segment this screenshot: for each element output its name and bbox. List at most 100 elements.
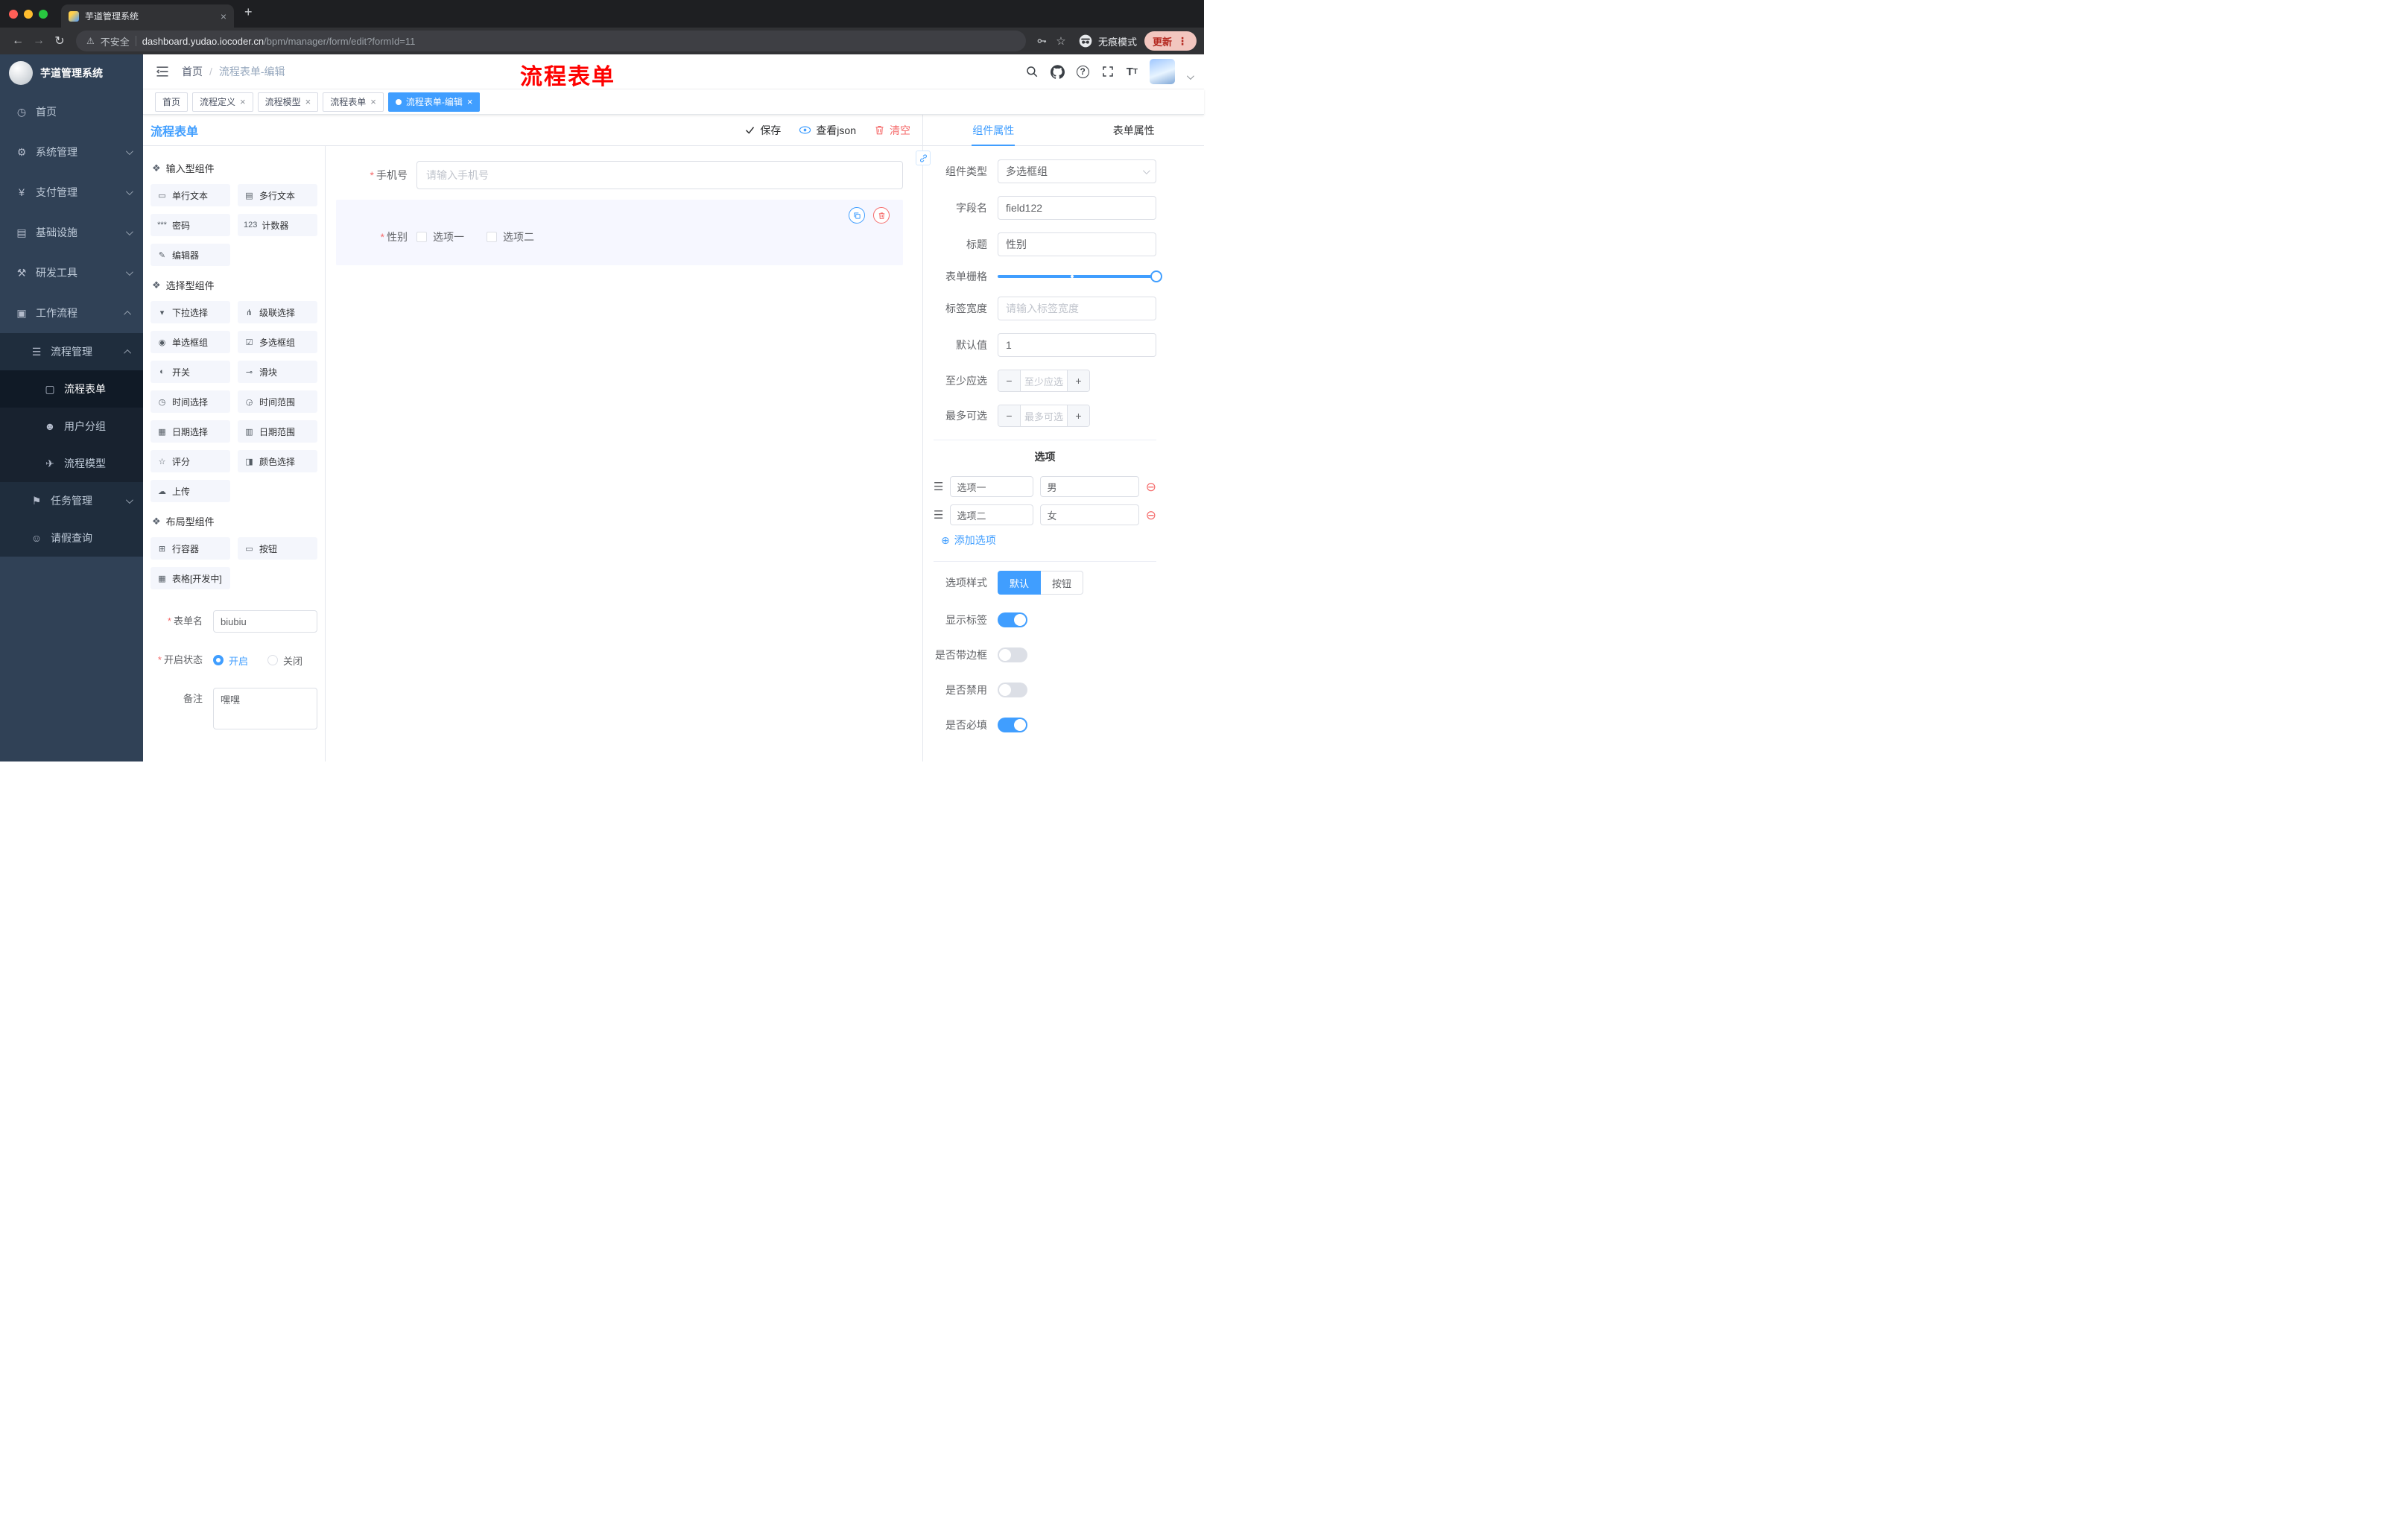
browser-tab[interactable]: 芋道管理系统 ×	[61, 4, 234, 28]
window-zoom-button[interactable]	[39, 9, 48, 19]
link-icon[interactable]	[916, 151, 931, 165]
palette-item-date-range[interactable]: ▥ 日期范围	[238, 420, 317, 443]
remove-option-icon[interactable]: ⊖	[1146, 481, 1156, 493]
max-select-value[interactable]: 最多可选	[1021, 405, 1067, 426]
save-button[interactable]: 保存	[744, 123, 781, 138]
palette-item-time-range[interactable]: ◶ 时间范围	[238, 390, 317, 413]
browser-update-button[interactable]: 更新 ⋮	[1144, 31, 1197, 51]
tag-process-definition[interactable]: 流程定义 ×	[192, 92, 253, 112]
option-label-input[interactable]	[950, 476, 1034, 497]
style-button-button[interactable]: 按钮	[1041, 571, 1084, 595]
palette-item-cascader[interactable]: ⋔ 级联选择	[238, 301, 317, 323]
option-value-input[interactable]	[1040, 504, 1139, 525]
browser-menu-icon[interactable]: ⋮	[1177, 35, 1188, 48]
palette-item-multi-line-text[interactable]: ▤ 多行文本	[238, 184, 317, 206]
breadcrumb-home[interactable]: 首页	[182, 64, 203, 79]
stepper-minus-button[interactable]: −	[998, 405, 1021, 426]
tag-close-icon[interactable]: ×	[240, 97, 246, 107]
sidebar-item-home[interactable]: ◷ 首页	[0, 92, 143, 132]
palette-item-radio-group[interactable]: ◉ 单选框组	[150, 331, 230, 353]
sidebar-item-user-group[interactable]: ☻ 用户分组	[0, 408, 143, 445]
grid-slider[interactable]	[998, 270, 1162, 282]
phone-field-row[interactable]: 手机号	[336, 161, 903, 189]
selected-field-block[interactable]: 性别 选项一 选项二	[336, 200, 903, 265]
sidebar-item-process-form[interactable]: ▢ 流程表单	[0, 370, 143, 408]
avatar-caret-icon[interactable]	[1186, 72, 1194, 80]
forward-icon[interactable]: →	[28, 31, 49, 51]
stepper-plus-button[interactable]: +	[1067, 370, 1089, 391]
tab-close-icon[interactable]: ×	[221, 11, 226, 22]
sidebar-item-leave-query[interactable]: ☺ 请假查询	[0, 519, 143, 557]
gender-option-2-checkbox[interactable]: 选项二	[487, 229, 534, 244]
palette-item-time-picker[interactable]: ◷ 时间选择	[150, 390, 230, 413]
palette-item-editor[interactable]: ✎ 编辑器	[150, 244, 230, 266]
search-icon[interactable]	[1025, 65, 1039, 78]
new-tab-button[interactable]: +	[244, 4, 253, 20]
tag-close-icon[interactable]: ×	[370, 97, 376, 107]
window-minimize-button[interactable]	[24, 9, 33, 19]
font-size-icon[interactable]: TT	[1127, 66, 1138, 78]
palette-item-row-container[interactable]: ⊞ 行容器	[150, 537, 230, 560]
required-toggle[interactable]	[998, 718, 1027, 732]
slider-handle[interactable]	[1150, 270, 1162, 282]
style-default-button[interactable]: 默认	[998, 571, 1042, 595]
palette-item-counter[interactable]: 123 计数器	[238, 214, 317, 236]
tag-process-model[interactable]: 流程模型 ×	[257, 92, 319, 112]
view-json-button[interactable]: 查看json	[799, 123, 856, 138]
tag-home[interactable]: 首页	[155, 92, 188, 112]
remove-option-icon[interactable]: ⊖	[1146, 509, 1156, 522]
disabled-toggle[interactable]	[998, 683, 1027, 697]
palette-item-switch[interactable]: ◐ 开关	[150, 361, 230, 383]
add-option-button[interactable]: ⊕ 添加选项	[934, 533, 1156, 548]
field-name-input[interactable]	[998, 196, 1156, 220]
user-avatar[interactable]	[1150, 59, 1175, 84]
status-off-radio[interactable]: 关闭	[267, 653, 302, 668]
window-close-button[interactable]	[9, 9, 18, 19]
address-bar[interactable]: ⚠ 不安全 dashboard.yudao.iocoder.cn/bpm/man…	[76, 31, 1026, 51]
phone-input[interactable]	[416, 161, 903, 189]
stepper-minus-button[interactable]: −	[998, 370, 1021, 391]
palette-item-select[interactable]: ▾ 下拉选择	[150, 301, 230, 323]
palette-item-single-line-text[interactable]: ▭ 单行文本	[150, 184, 230, 206]
form-name-input[interactable]	[213, 610, 317, 633]
gender-option-1-checkbox[interactable]: 选项一	[416, 229, 464, 244]
palette-item-checkbox-group[interactable]: ☑ 多选框组	[238, 331, 317, 353]
sidebar-item-payment[interactable]: ¥ 支付管理	[0, 172, 143, 212]
delete-field-button[interactable]	[873, 207, 890, 224]
show-label-toggle[interactable]	[998, 612, 1027, 627]
option-label-input[interactable]	[950, 504, 1034, 525]
fullscreen-icon[interactable]	[1101, 65, 1115, 78]
password-key-icon[interactable]	[1032, 35, 1051, 47]
option-value-input[interactable]	[1040, 476, 1139, 497]
tag-process-form[interactable]: 流程表单 ×	[323, 92, 384, 112]
border-toggle[interactable]	[998, 647, 1027, 662]
palette-item-table[interactable]: ▦ 表格[开发中]	[150, 567, 230, 589]
tag-close-icon[interactable]: ×	[467, 97, 473, 107]
stepper-plus-button[interactable]: +	[1067, 405, 1089, 426]
palette-item-upload[interactable]: ☁ 上传	[150, 480, 230, 502]
min-select-value[interactable]: 至少应选	[1021, 370, 1067, 391]
sidebar-item-system[interactable]: ⚙ 系统管理	[0, 132, 143, 172]
default-value-input[interactable]	[998, 333, 1156, 357]
sidebar-item-infrastructure[interactable]: ▤ 基础设施	[0, 212, 143, 253]
form-remark-textarea[interactable]: 嘿嘿	[213, 688, 317, 729]
label-width-input[interactable]	[998, 297, 1156, 320]
palette-item-slider[interactable]: ⊸ 滑块	[238, 361, 317, 383]
back-icon[interactable]: ←	[7, 31, 28, 51]
github-icon[interactable]	[1050, 64, 1065, 79]
title-input[interactable]	[998, 232, 1156, 256]
bookmark-star-icon[interactable]: ☆	[1051, 34, 1071, 48]
drag-handle-icon[interactable]: ☰	[934, 480, 943, 493]
tab-component-props[interactable]: 组件属性	[923, 115, 1064, 145]
tag-process-form-edit[interactable]: 流程表单-编辑 ×	[387, 92, 481, 112]
palette-item-password[interactable]: *** 密码	[150, 214, 230, 236]
tab-form-props[interactable]: 表单属性	[1064, 115, 1205, 145]
drag-handle-icon[interactable]: ☰	[934, 508, 943, 522]
component-type-select[interactable]: 多选框组	[998, 159, 1156, 183]
copy-field-button[interactable]	[849, 207, 865, 224]
reload-icon[interactable]: ↻	[49, 31, 70, 51]
sidebar-item-task-management[interactable]: ⚑ 任务管理	[0, 482, 143, 519]
sidebar-collapse-icon[interactable]	[155, 64, 170, 79]
status-on-radio[interactable]: 开启	[213, 653, 248, 668]
gender-field-row[interactable]: 性别 选项一 选项二	[336, 229, 896, 244]
